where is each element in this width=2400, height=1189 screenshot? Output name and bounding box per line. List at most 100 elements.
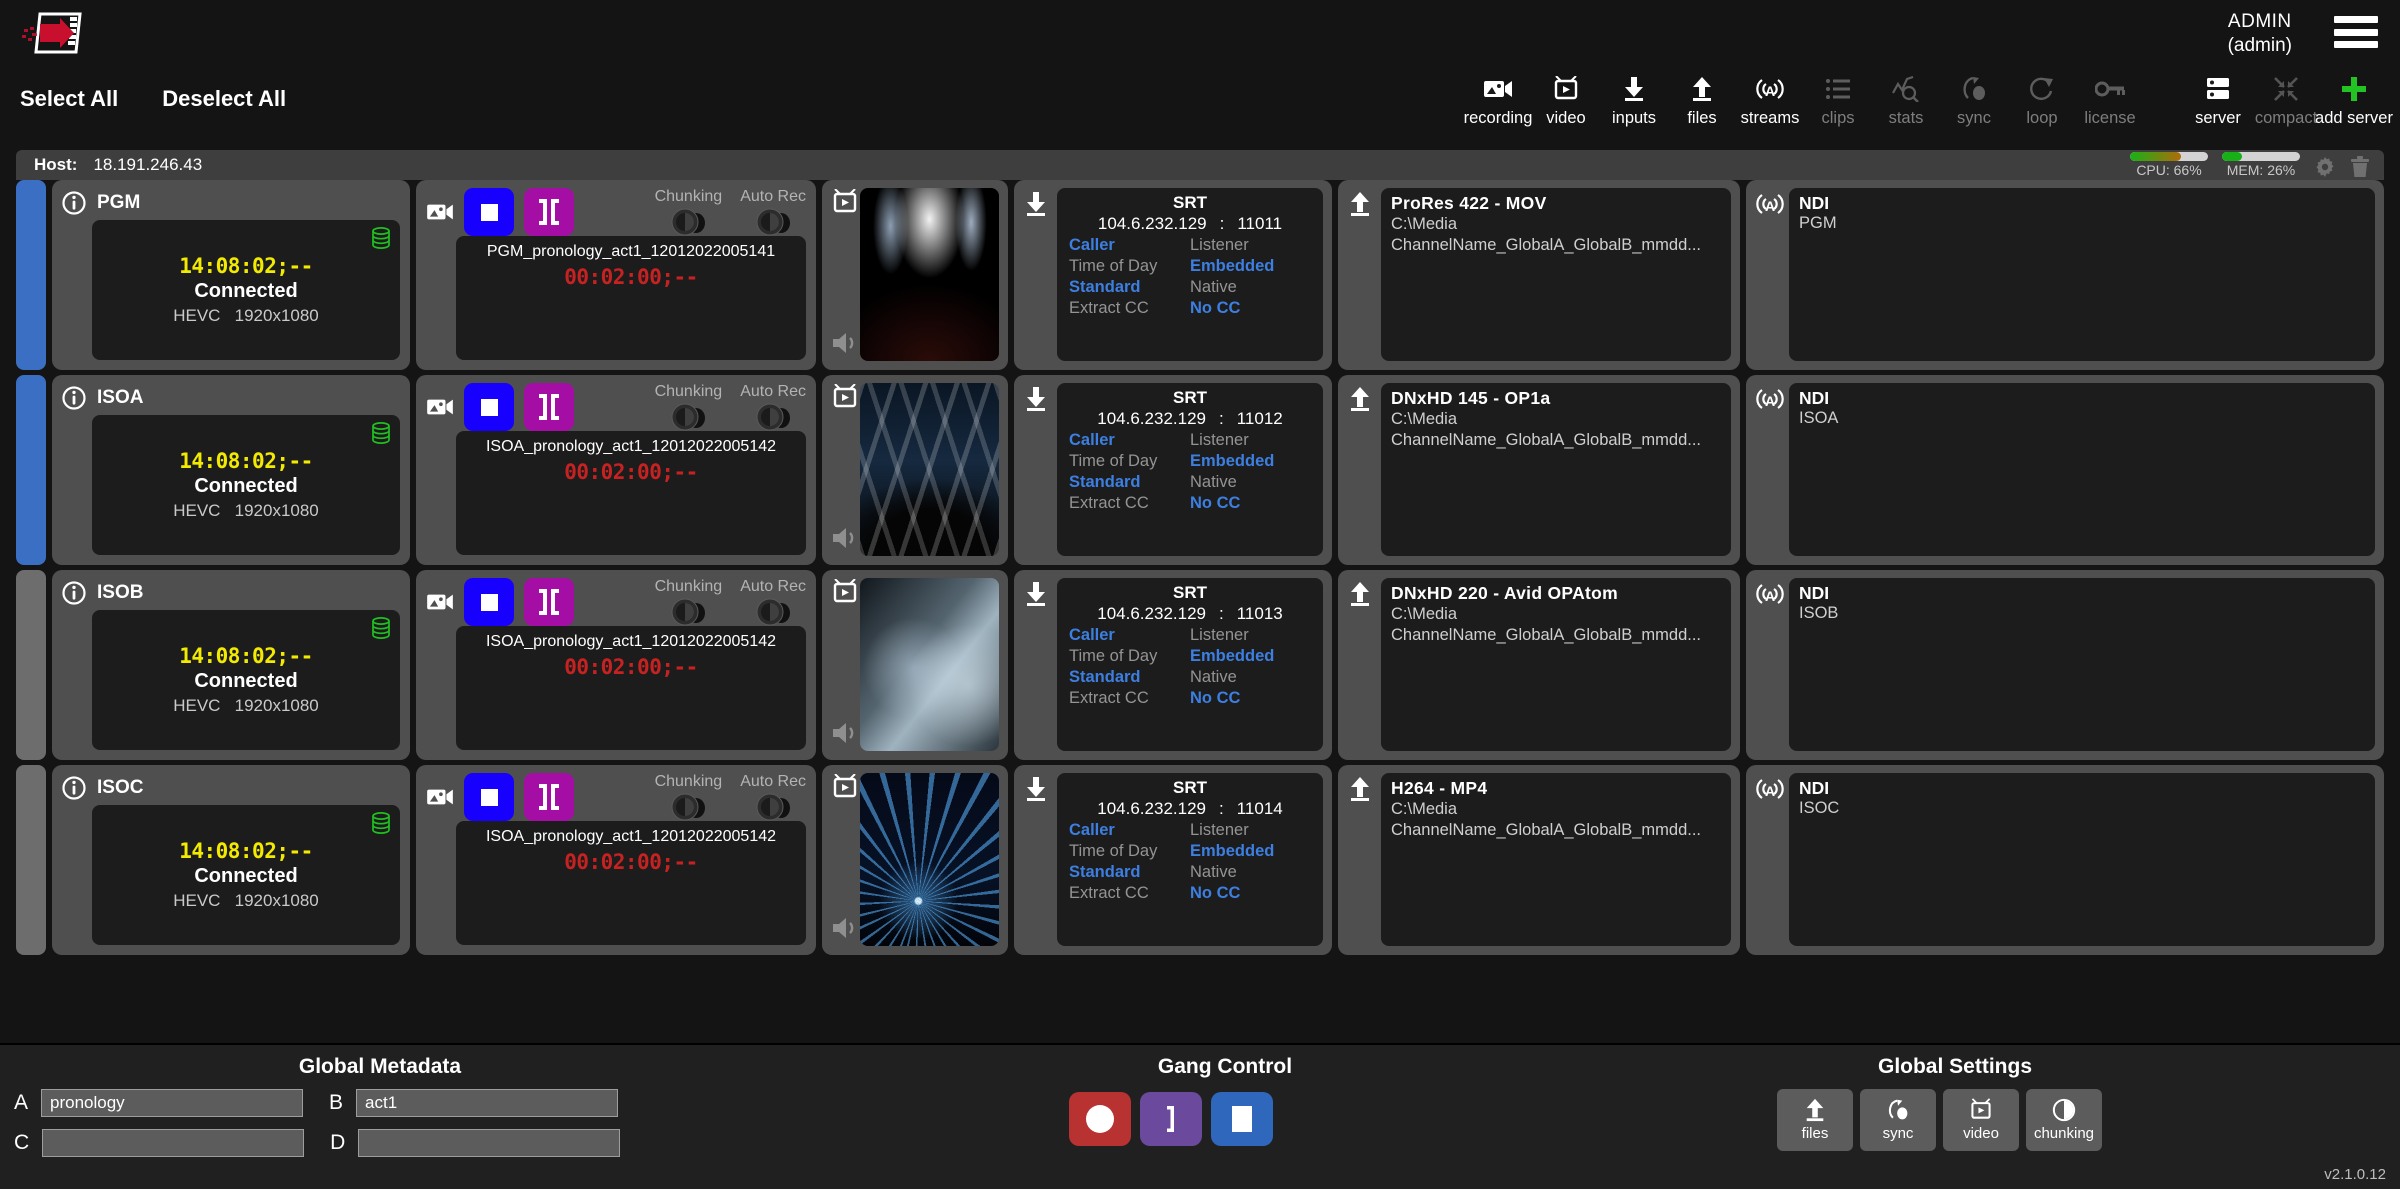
chunking-knob[interactable]: Chunking (655, 578, 722, 627)
toolbar-recording[interactable]: recording (1464, 72, 1532, 128)
tv-icon[interactable] (831, 384, 859, 410)
download-icon[interactable] (1023, 191, 1057, 217)
toolbar-files[interactable]: files (1668, 72, 1736, 128)
srt-details[interactable]: SRT 104.6.232.129 : 11014 Caller Listene… (1057, 773, 1323, 946)
auto-rec-knob[interactable]: Auto Rec (740, 578, 806, 627)
srt-latency-standard: Standard (1069, 473, 1141, 492)
metadata-input-a[interactable] (41, 1089, 304, 1117)
row-select-bar[interactable] (16, 375, 46, 565)
ndi-details[interactable]: NDI PGM (1789, 188, 2375, 361)
hamburger-menu-icon[interactable] (2334, 16, 2378, 48)
toolbar-sync[interactable]: sync (1940, 72, 2008, 128)
toolbar-inputs[interactable]: inputs (1600, 72, 1668, 128)
ndi-details[interactable]: NDI ISOA (1789, 383, 2375, 556)
srt-details[interactable]: SRT 104.6.232.129 : 11012 Caller Listene… (1057, 383, 1323, 556)
auto-rec-knob[interactable]: Auto Rec (740, 188, 806, 237)
tv-icon[interactable] (831, 579, 859, 605)
chunking-knob[interactable]: Chunking (655, 188, 722, 237)
gang-stop-button[interactable] (1211, 1092, 1273, 1146)
tv-icon[interactable] (831, 189, 859, 215)
stop-button[interactable] (464, 383, 514, 431)
global-chunking-button[interactable]: chunking (2026, 1089, 2102, 1151)
preview-side-controls (830, 773, 860, 946)
toolbar-license[interactable]: license (2076, 72, 2144, 128)
metadata-input-b[interactable] (356, 1089, 619, 1117)
toolbar-loop[interactable]: loop (2008, 72, 2076, 128)
info-icon[interactable] (62, 581, 86, 605)
mark-button[interactable] (524, 188, 574, 236)
toolbar-clips[interactable]: clips (1804, 72, 1872, 128)
output-details[interactable]: DNxHD 220 - Avid OPAtom C:\Media Channel… (1381, 578, 1731, 751)
video-thumbnail[interactable] (860, 578, 999, 751)
info-icon[interactable] (62, 386, 86, 410)
upload-icon[interactable] (1347, 776, 1381, 802)
output-details[interactable]: ProRes 422 - MOV C:\Media ChannelName_Gl… (1381, 188, 1731, 361)
global-files-button[interactable]: files (1777, 1089, 1853, 1151)
row-select-bar[interactable] (16, 765, 46, 955)
database-icon[interactable] (371, 812, 391, 834)
row-select-bar[interactable] (16, 180, 46, 370)
video-thumbnail[interactable] (860, 773, 999, 946)
ndi-details[interactable]: NDI ISOB (1789, 578, 2375, 751)
stop-button[interactable] (464, 773, 514, 821)
srt-details[interactable]: SRT 104.6.232.129 : 11013 Caller Listene… (1057, 578, 1323, 751)
row-select-bar[interactable] (16, 570, 46, 760)
deselect-all-button[interactable]: Deselect All (162, 86, 286, 112)
stop-button[interactable] (464, 188, 514, 236)
video-thumbnail[interactable] (860, 383, 999, 556)
output-details[interactable]: DNxHD 145 - OP1a C:\Media ChannelName_Gl… (1381, 383, 1731, 556)
mark-button[interactable] (524, 383, 574, 431)
global-sync-button[interactable]: sync (1860, 1089, 1936, 1151)
broadcast-icon[interactable]: A (1755, 191, 1789, 217)
toolbar-video[interactable]: video (1532, 72, 1600, 128)
select-all-button[interactable]: Select All (20, 86, 118, 112)
database-icon[interactable] (371, 617, 391, 639)
output-details[interactable]: H264 - MP4 C:\Media ChannelName_GlobalA_… (1381, 773, 1731, 946)
download-icon[interactable] (1023, 581, 1057, 607)
toolbar-server[interactable]: server (2184, 72, 2252, 128)
gang-mark-button[interactable] (1140, 1092, 1202, 1146)
toolbar-streams[interactable]: A streams (1736, 72, 1804, 128)
user-info[interactable]: ADMIN (admin) (2228, 10, 2292, 59)
channel-header: ISOC (62, 773, 400, 803)
speaker-icon[interactable] (832, 526, 858, 550)
info-icon[interactable] (62, 191, 86, 215)
chunking-knob[interactable]: Chunking (655, 383, 722, 432)
download-icon[interactable] (1023, 776, 1057, 802)
mark-button[interactable] (524, 773, 574, 821)
mark-icon (538, 783, 560, 811)
metadata-input-c[interactable] (42, 1129, 305, 1157)
speaker-icon[interactable] (832, 916, 858, 940)
upload-icon[interactable] (1347, 386, 1381, 412)
toolbar-compact[interactable]: compact (2252, 72, 2320, 128)
video-thumbnail[interactable] (860, 188, 999, 361)
toolbar-add-server[interactable]: add server (2315, 72, 2393, 128)
chunking-knob[interactable]: Chunking (655, 773, 722, 822)
speaker-icon[interactable] (832, 331, 858, 355)
metadata-input-d[interactable] (358, 1129, 621, 1157)
auto-rec-knob[interactable]: Auto Rec (740, 383, 806, 432)
download-icon[interactable] (1023, 386, 1057, 412)
ndi-details[interactable]: NDI ISOC (1789, 773, 2375, 946)
gear-icon[interactable] (2314, 156, 2336, 178)
srt-details[interactable]: SRT 104.6.232.129 : 11011 Caller Listene… (1057, 188, 1323, 361)
ndi-source: ISOB (1799, 604, 1839, 622)
database-icon[interactable] (371, 422, 391, 444)
auto-rec-knob[interactable]: Auto Rec (740, 773, 806, 822)
broadcast-icon[interactable]: A (1755, 581, 1789, 607)
stop-button[interactable] (464, 578, 514, 626)
broadcast-icon[interactable]: A (1755, 386, 1789, 412)
tv-icon[interactable] (831, 774, 859, 800)
info-icon[interactable] (62, 776, 86, 800)
toolbar-stats[interactable]: stats (1872, 72, 1940, 128)
broadcast-icon[interactable]: A (1755, 776, 1789, 802)
global-video-button[interactable]: video (1943, 1089, 2019, 1151)
upload-icon[interactable] (1347, 581, 1381, 607)
ndi-source: PGM (1799, 214, 1837, 232)
trash-icon[interactable] (2350, 156, 2370, 178)
gang-record-button[interactable] (1069, 1092, 1131, 1146)
speaker-icon[interactable] (832, 721, 858, 745)
mark-button[interactable] (524, 578, 574, 626)
database-icon[interactable] (371, 227, 391, 249)
upload-icon[interactable] (1347, 191, 1381, 217)
